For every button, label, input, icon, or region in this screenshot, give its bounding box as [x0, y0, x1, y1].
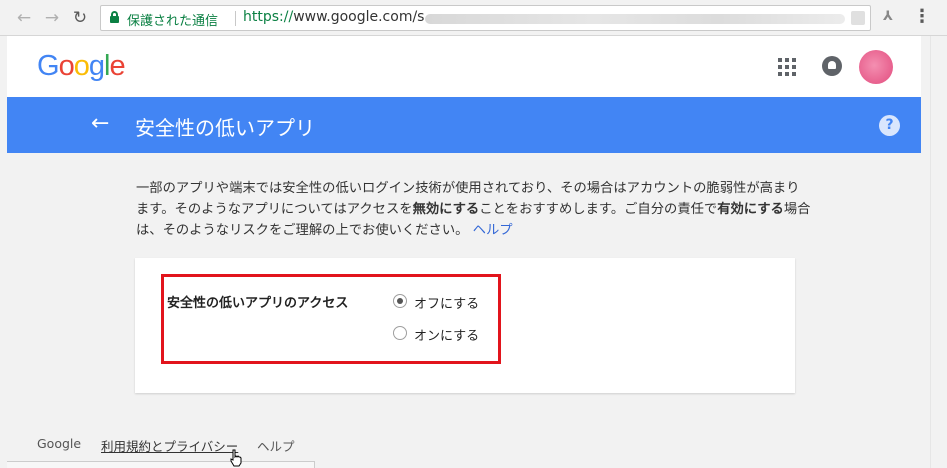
title-bar: ← 安全性の低いアプリ ?: [7, 97, 921, 153]
secure-label: 保護された通信: [127, 14, 219, 29]
highlight-box: [161, 274, 501, 364]
hand-cursor-icon: [230, 449, 242, 467]
footer-help-link[interactable]: ヘルプ: [257, 436, 295, 455]
radio-off-label[interactable]: オフにする: [414, 293, 479, 312]
notifications-icon[interactable]: [822, 56, 842, 76]
browser-toolbar: ← → ↻ 保護された通信 https://www.google.com/s ⅄…: [0, 0, 947, 36]
page-content: Google ← 安全性の低いアプリ ? 一部のアプリや端末では安全性の低いログ…: [7, 36, 921, 468]
scrollbar[interactable]: [930, 36, 947, 468]
apps-grid-icon[interactable]: [778, 58, 796, 76]
url-text: https://www.google.com/s: [243, 9, 424, 25]
google-header: Google: [7, 36, 921, 97]
google-logo[interactable]: Google: [37, 50, 126, 83]
help-icon[interactable]: ?: [879, 115, 900, 136]
address-bar[interactable]: 保護された通信 https://www.google.com/s: [100, 5, 871, 31]
forward-button[interactable]: →: [42, 8, 62, 28]
url-redacted: [425, 14, 845, 24]
description-text: 一部のアプリや端末では安全性の低いログイン技術が使用されており、その場合はアカウ…: [136, 178, 811, 241]
back-button[interactable]: ←: [14, 8, 34, 28]
radio-on-label[interactable]: オンにする: [414, 325, 479, 344]
footer-terms-link[interactable]: 利用規約とプライバシー: [101, 436, 238, 455]
url-scheme: https://: [243, 9, 294, 25]
access-setting-label: 安全性の低いアプリのアクセス: [167, 296, 349, 311]
bookmark-star-icon[interactable]: [851, 11, 865, 25]
help-link[interactable]: ヘルプ: [473, 223, 513, 238]
avatar[interactable]: [859, 50, 893, 84]
radio-off[interactable]: [393, 294, 407, 308]
radio-on[interactable]: [393, 326, 407, 340]
description-bold-disable: 無効にする: [412, 202, 480, 217]
browser-menu-icon[interactable]: ⋮: [913, 6, 931, 28]
page-title: 安全性の低いアプリ: [135, 116, 315, 140]
lock-icon: [110, 11, 119, 23]
description-part2: ことをおすすめします。ご自分の責任で: [479, 202, 718, 217]
reload-button[interactable]: ↻: [70, 8, 90, 28]
status-bar: [7, 461, 315, 468]
description-bold-enable: 有効にする: [717, 202, 784, 217]
back-arrow-icon[interactable]: ←: [91, 111, 109, 137]
omnibox-divider: [235, 11, 236, 26]
footer-google-link[interactable]: Google: [37, 436, 81, 451]
url-host: www.google.com/s: [293, 9, 425, 25]
extension-icon[interactable]: ⅄: [880, 9, 896, 25]
